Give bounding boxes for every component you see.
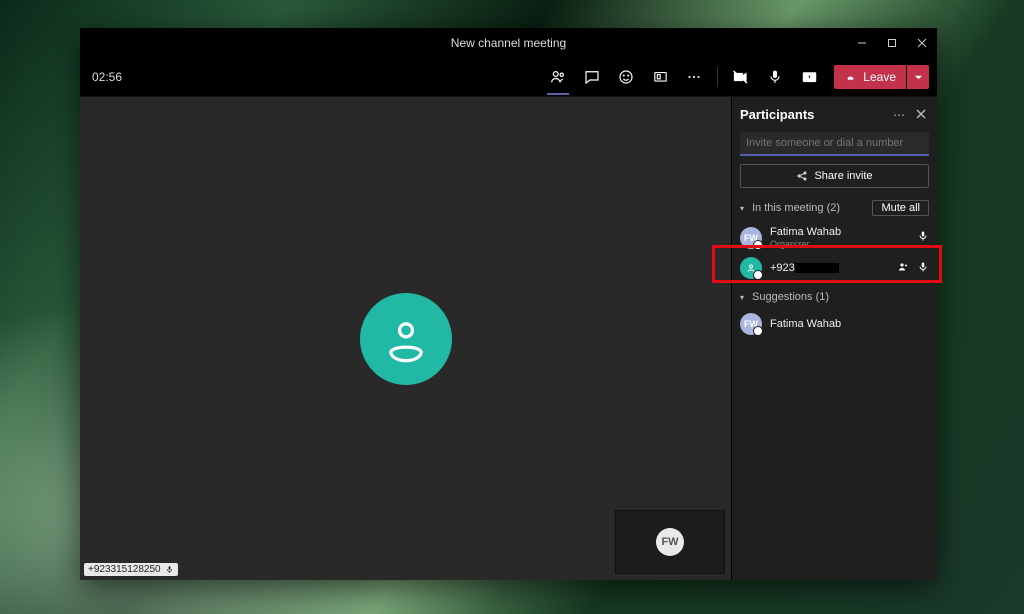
avatar — [740, 257, 762, 279]
meeting-window: New channel meeting 02:56 — [80, 28, 937, 580]
participant-type-icon — [897, 261, 909, 276]
titlebar: New channel meeting — [80, 28, 937, 58]
self-avatar: FW — [656, 528, 684, 556]
panel-more-icon[interactable]: ⋯ — [891, 108, 907, 122]
share-invite-label: Share invite — [814, 170, 872, 182]
panel-close-icon[interactable] — [913, 108, 929, 122]
suggestions-section[interactable]: ▾ Suggestions (1) — [740, 291, 929, 303]
chat-icon[interactable] — [583, 68, 601, 86]
main-area: FW +923315128250 Participants ⋯ — [80, 97, 937, 580]
participant-role: Organizer — [770, 239, 909, 249]
desktop-background: New channel meeting 02:56 — [0, 0, 1024, 614]
presence-dot — [753, 270, 763, 280]
suggestion-name: Fatima Wahab — [770, 318, 929, 330]
self-video-tile[interactable]: FW — [615, 510, 725, 574]
window-minimize-button[interactable] — [847, 28, 877, 58]
participant-mic-icon — [917, 261, 929, 276]
remote-avatar — [360, 293, 452, 385]
window-maximize-button[interactable] — [877, 28, 907, 58]
video-stage: FW +923315128250 — [80, 97, 731, 580]
redacted-text — [795, 263, 839, 273]
camera-off-icon[interactable] — [732, 68, 750, 86]
share-invite-button[interactable]: Share invite — [740, 164, 929, 188]
reactions-icon[interactable] — [617, 68, 635, 86]
suggestion-row[interactable]: FW Fatima Wahab — [740, 309, 929, 339]
participant-row[interactable]: FW Fatima Wahab Organizer — [740, 222, 929, 253]
collapse-icon: ▾ — [740, 204, 748, 213]
more-actions-icon[interactable] — [685, 68, 703, 86]
microphone-icon[interactable] — [766, 68, 784, 86]
window-close-button[interactable] — [907, 28, 937, 58]
participants-title: Participants — [740, 107, 891, 122]
share-screen-icon[interactable] — [800, 68, 818, 86]
presence-dot — [753, 326, 763, 336]
caller-number-chip: +923315128250 — [84, 563, 178, 576]
window-title: New channel meeting — [80, 36, 937, 50]
call-timer: 02:56 — [92, 70, 122, 84]
collapse-icon: ▾ — [740, 293, 748, 302]
participants-icon[interactable] — [549, 68, 567, 86]
participant-mic-icon — [917, 230, 929, 245]
mute-all-button[interactable]: Mute all — [872, 200, 929, 216]
leave-button[interactable]: Leave — [834, 65, 906, 89]
avatar: FW — [740, 227, 762, 249]
invite-input[interactable] — [740, 132, 929, 156]
leave-button-label: Leave — [863, 70, 896, 84]
caller-number-text: +923315128250 — [88, 564, 161, 575]
participants-panel: Participants ⋯ Share invite ▾ In this me… — [731, 97, 937, 580]
avatar: FW — [740, 313, 762, 335]
rooms-icon[interactable] — [651, 68, 669, 86]
presence-dot — [753, 240, 763, 250]
in-meeting-section[interactable]: ▾ In this meeting (2) Mute all — [740, 200, 929, 216]
participant-name: +923 — [770, 262, 889, 274]
in-meeting-label: In this meeting (2) — [752, 202, 872, 214]
meeting-toolbar: 02:56 — [80, 58, 937, 97]
leave-options-button[interactable] — [907, 65, 929, 89]
suggestions-label: Suggestions (1) — [752, 291, 929, 303]
participant-row[interactable]: +923 — [740, 253, 929, 283]
participant-name: Fatima Wahab — [770, 226, 909, 238]
